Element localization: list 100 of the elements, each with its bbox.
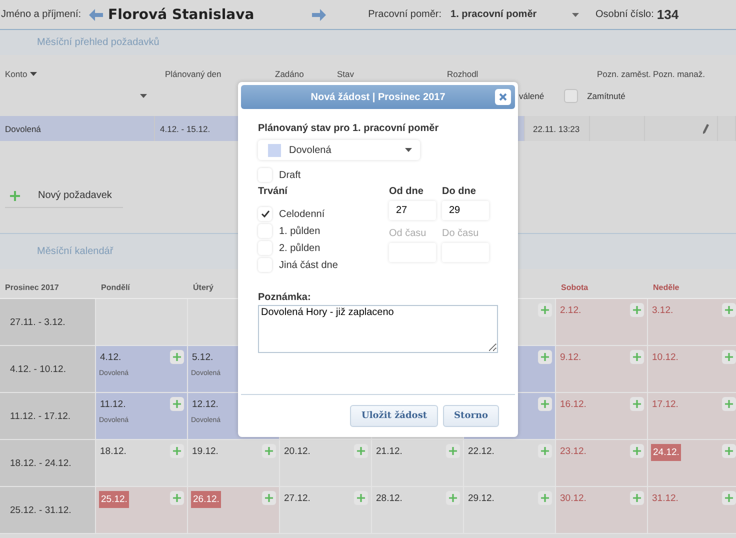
close-icon bbox=[499, 93, 507, 101]
add-button[interactable] bbox=[170, 491, 184, 505]
add-button[interactable] bbox=[630, 303, 644, 317]
day-date: 9.12. bbox=[559, 351, 582, 365]
right-arrow-icon[interactable] bbox=[312, 8, 326, 20]
plus-icon bbox=[725, 353, 733, 361]
column-header: Plánovaný den bbox=[164, 69, 222, 79]
plus-icon bbox=[725, 494, 733, 502]
add-button[interactable] bbox=[538, 491, 552, 505]
add-button[interactable] bbox=[354, 444, 368, 458]
add-button[interactable] bbox=[722, 350, 736, 364]
left-arrow-icon[interactable] bbox=[89, 8, 104, 20]
name-label: Jméno a příjmení: bbox=[0, 9, 82, 20]
column-header: Zadáno bbox=[274, 69, 305, 79]
add-button[interactable] bbox=[722, 444, 736, 458]
checkbox-label: 1. půlden bbox=[279, 226, 320, 236]
column-header: Pozn. zaměst. bbox=[596, 69, 648, 79]
from-day-field[interactable]: 27 bbox=[389, 201, 436, 220]
add-button[interactable] bbox=[262, 444, 276, 458]
add-button[interactable] bbox=[630, 350, 644, 364]
day-date: 21.12. bbox=[375, 445, 404, 459]
holiday-date: 25.12. bbox=[99, 491, 130, 508]
plus-icon bbox=[449, 494, 457, 502]
add-button[interactable] bbox=[630, 397, 644, 411]
week-label: 27.11. - 3.12. bbox=[10, 316, 66, 328]
column-header[interactable]: Konto bbox=[0, 69, 160, 79]
table-cell: Dovolená bbox=[0, 116, 155, 141]
field-label: Poznámka: bbox=[258, 292, 312, 303]
add-button[interactable] bbox=[446, 444, 460, 458]
employment-dropdown[interactable]: 1. pracovní poměr bbox=[446, 4, 584, 24]
day-date: 27.12. bbox=[283, 492, 312, 506]
plus-icon bbox=[725, 447, 733, 455]
plus-icon bbox=[633, 353, 641, 361]
plus-icon bbox=[541, 494, 549, 502]
day-date: 16.12. bbox=[559, 398, 588, 412]
field-label: Trvání bbox=[258, 186, 289, 197]
day-date: 18.12. bbox=[99, 445, 128, 459]
add-button[interactable] bbox=[262, 491, 276, 505]
filter-label: válené bbox=[519, 91, 544, 101]
plus-icon bbox=[541, 400, 549, 408]
add-button[interactable] bbox=[538, 444, 552, 458]
add-button[interactable] bbox=[722, 303, 736, 317]
add-button[interactable] bbox=[354, 491, 368, 505]
save-button[interactable]: Uložit žádost bbox=[350, 405, 438, 427]
day-date: 10.12. bbox=[651, 351, 680, 365]
add-button[interactable] bbox=[538, 303, 552, 317]
caret-icon bbox=[140, 94, 147, 98]
week-label: 25.12. - 31.12. bbox=[10, 504, 72, 516]
week-label: 18.12. - 24.12. bbox=[10, 458, 72, 468]
cancel-button[interactable]: Storno bbox=[443, 405, 499, 427]
pencil-icon[interactable] bbox=[703, 124, 709, 134]
day-date: 11.12. bbox=[99, 398, 127, 412]
caret-icon bbox=[572, 12, 579, 16]
plus-icon bbox=[725, 400, 733, 408]
plus-icon bbox=[633, 447, 641, 455]
add-button[interactable] bbox=[170, 350, 184, 364]
add-button[interactable] bbox=[446, 491, 460, 505]
plus-icon bbox=[541, 306, 549, 314]
rejected-checkbox[interactable] bbox=[564, 89, 578, 103]
caret-icon bbox=[405, 148, 412, 152]
checkbox-label: Celodenní bbox=[279, 208, 325, 220]
sort-caret-icon bbox=[30, 72, 38, 76]
add-button[interactable] bbox=[538, 397, 552, 411]
day-date: 2.12. bbox=[559, 304, 582, 318]
checkbox-label: 2. půlden bbox=[279, 242, 320, 254]
check-icon bbox=[260, 210, 270, 218]
to-day-field[interactable]: 29 bbox=[442, 201, 489, 220]
employee-name: Florová Stanislava bbox=[108, 6, 254, 22]
close-button[interactable] bbox=[495, 89, 511, 105]
add-button[interactable] bbox=[630, 491, 644, 505]
add-button[interactable] bbox=[170, 444, 184, 458]
add-button[interactable] bbox=[722, 491, 736, 505]
day-date: 23.12. bbox=[559, 445, 588, 459]
dialog-title: Nová žádost | Prosinec 2017 bbox=[310, 92, 446, 102]
state-dropdown[interactable]: Dovolená bbox=[258, 140, 420, 160]
filter-label: Zamítnuté bbox=[587, 91, 626, 101]
add-button[interactable] bbox=[630, 444, 644, 458]
plus-icon bbox=[633, 494, 641, 502]
field-label: Od dne bbox=[389, 186, 424, 197]
plus-icon bbox=[173, 494, 181, 502]
plus-icon bbox=[541, 447, 549, 455]
field-label: Do dne bbox=[442, 186, 477, 197]
holiday-date: 26.12. bbox=[191, 491, 222, 508]
column-header: Stav bbox=[336, 69, 356, 79]
note-field[interactable]: Dovolená Hory - již zaplaceno bbox=[258, 305, 498, 353]
plus-icon bbox=[449, 447, 457, 455]
plus-icon bbox=[173, 400, 181, 408]
plus-icon bbox=[357, 447, 365, 455]
employment-label: Pracovní poměr: bbox=[368, 9, 442, 20]
add-button[interactable] bbox=[722, 397, 736, 411]
new-request-button[interactable]: Nový požadavek bbox=[5, 186, 123, 208]
holiday-date: 24.12. bbox=[651, 444, 682, 461]
personal-number-label: Osobní číslo: bbox=[596, 9, 654, 20]
plus-icon bbox=[633, 400, 641, 408]
weekday-header: Neděle bbox=[653, 283, 680, 292]
add-button[interactable] bbox=[170, 397, 184, 411]
day-date: 20.12. bbox=[283, 445, 312, 459]
add-button[interactable] bbox=[538, 350, 552, 364]
weekday-header: Úterý bbox=[193, 283, 214, 292]
day-date: 31.12. bbox=[651, 492, 680, 506]
